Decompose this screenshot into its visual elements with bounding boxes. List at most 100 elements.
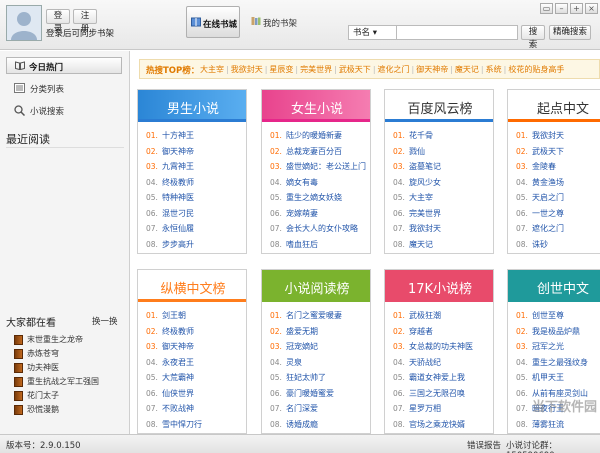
list-item[interactable]: 重生抗战之军工强国 xyxy=(14,376,99,390)
restore-window-button[interactable]: ▭ xyxy=(540,3,553,14)
minimize-button[interactable]: – xyxy=(555,3,568,14)
close-button[interactable]: × xyxy=(585,3,598,14)
hot-search-link[interactable]: 校花的贴身高手 xyxy=(508,65,564,74)
list-item[interactable]: 03. 九霄神王 xyxy=(146,159,246,175)
list-item[interactable]: 末世重生之龙帝 xyxy=(14,334,99,348)
list-item[interactable]: 06. 完美世界 xyxy=(393,206,493,222)
list-item[interactable]: 02. 武极天下 xyxy=(516,144,600,160)
list-item[interactable]: 08. 薄雾狂流 xyxy=(516,417,600,433)
list-item[interactable]: 05. 天启之门 xyxy=(516,190,600,206)
login-button[interactable]: 登录 xyxy=(46,9,70,34)
hot-search-link[interactable]: 武极天下 xyxy=(339,65,371,74)
list-item[interactable]: 01. 剑王朝 xyxy=(146,308,246,324)
list-item[interactable]: 03. 御天神帝 xyxy=(146,339,246,355)
avatar[interactable] xyxy=(6,5,42,41)
list-item[interactable]: 02. 穿越者 xyxy=(393,324,493,340)
list-item[interactable]: 01. 创世至尊 xyxy=(516,308,600,324)
ranking-card-header[interactable]: 起点中文 xyxy=(508,90,600,122)
list-item[interactable]: 02. 御天神帝 xyxy=(146,144,246,160)
list-item[interactable]: 03. 盛世嫡妃：老公送上门 xyxy=(270,159,370,175)
list-item[interactable]: 07. 我欲封天 xyxy=(393,221,493,237)
list-item[interactable]: 05. 大荒霸神 xyxy=(146,370,246,386)
list-item[interactable]: 04. 黄金渔场 xyxy=(516,175,600,191)
list-item[interactable]: 04. 永夜君王 xyxy=(146,355,246,371)
hot-search-link[interactable]: 完美世界 xyxy=(300,65,332,74)
search-input[interactable] xyxy=(396,25,518,40)
hot-search-link[interactable]: 我欲封天 xyxy=(231,65,263,74)
list-item[interactable]: 05. 重生之嫡女妖娆 xyxy=(270,190,370,206)
hot-search-link[interactable]: 御天神帝 xyxy=(416,65,448,74)
list-item[interactable]: 04. 天骄战纪 xyxy=(393,355,493,371)
error-report-link[interactable]: 错误报告 xyxy=(467,439,501,451)
list-item[interactable]: 04. 终极教师 xyxy=(146,175,246,191)
list-item[interactable]: 08. 官场之乘龙快婿 xyxy=(393,417,493,433)
list-item[interactable]: 08. 诛砂 xyxy=(516,237,600,253)
tab-my-bookshelf[interactable]: 我的书架 xyxy=(247,6,301,38)
list-item[interactable]: 01. 武极狂潮 xyxy=(393,308,493,324)
hot-search-link[interactable]: 遮化之门 xyxy=(378,65,410,74)
list-item[interactable]: 05. 机甲天王 xyxy=(516,370,600,386)
list-item[interactable]: 02. 终极教师 xyxy=(146,324,246,340)
list-item[interactable]: 08. 魔天记 xyxy=(393,237,493,253)
list-item[interactable]: 07. 遮化之门 xyxy=(516,221,600,237)
hot-search-link[interactable]: 星辰变 xyxy=(269,65,293,74)
list-item[interactable]: 04. 重生之最强纹身 xyxy=(516,355,600,371)
list-item[interactable]: 赤炼苍穹 xyxy=(14,348,99,362)
list-item[interactable]: 06. 豪门暖婚蜜爱 xyxy=(270,386,370,402)
list-item[interactable]: 08. 诱婚成瘾 xyxy=(270,417,370,433)
list-item[interactable]: 恐慌漫鹅 xyxy=(14,404,99,418)
maximize-button[interactable]: + xyxy=(570,3,583,14)
ranking-card-header[interactable]: 小说阅读榜 xyxy=(262,270,370,302)
tab-online-store[interactable]: 在线书城 xyxy=(186,6,240,38)
list-item[interactable]: 08. 雪中悍刀行 xyxy=(146,417,246,433)
list-item[interactable]: 05. 大主宰 xyxy=(393,190,493,206)
list-item[interactable]: 08. 嗜血狂后 xyxy=(270,237,370,253)
ranking-card-header[interactable]: 男生小说 xyxy=(138,90,246,122)
ranking-card-header[interactable]: 百度风云榜 xyxy=(385,90,493,122)
list-item[interactable]: 05. 狂妃太帅了 xyxy=(270,370,370,386)
ranking-card-header[interactable]: 创世中文 xyxy=(508,270,600,302)
list-item[interactable]: 02. 戮仙 xyxy=(393,144,493,160)
list-item[interactable]: 01. 十方神王 xyxy=(146,128,246,144)
list-item[interactable]: 07. 名门深爱 xyxy=(270,401,370,417)
list-item[interactable]: 03. 金陵春 xyxy=(516,159,600,175)
list-item[interactable]: 05. 霸道女神爱上我 xyxy=(393,370,493,386)
list-item[interactable]: 01. 陆少的暖婚新妻 xyxy=(270,128,370,144)
search-type-select[interactable]: 书名 ▾ xyxy=(348,25,396,40)
hot-search-link[interactable]: 系统 xyxy=(486,65,502,74)
ranking-card-header[interactable]: 纵横中文榜 xyxy=(138,270,246,302)
list-item[interactable]: 04. 灵泉 xyxy=(270,355,370,371)
list-item[interactable]: 04. 旋风少女 xyxy=(393,175,493,191)
list-item[interactable]: 02. 盛爱无期 xyxy=(270,324,370,340)
list-item[interactable]: 06. 混世刁民 xyxy=(146,206,246,222)
list-item[interactable]: 04. 嫡女有毒 xyxy=(270,175,370,191)
register-button[interactable]: 注册 xyxy=(73,9,97,34)
list-item[interactable]: 03. 冠军之光 xyxy=(516,339,600,355)
refresh-list-link[interactable]: 换一换 xyxy=(92,315,118,327)
list-item[interactable]: 03. 女总裁的功夫神医 xyxy=(393,339,493,355)
list-item[interactable]: 01. 我欲封天 xyxy=(516,128,600,144)
list-item[interactable]: 功夫神医 xyxy=(14,362,99,376)
list-item[interactable]: 06. 宠嫁萌妻 xyxy=(270,206,370,222)
list-item[interactable]: 花门太子 xyxy=(14,390,99,404)
search-button[interactable]: 搜索 xyxy=(521,25,545,50)
list-item[interactable]: 03. 冠宠嫡妃 xyxy=(270,339,370,355)
list-item[interactable]: 02. 我是极品炉鼎 xyxy=(516,324,600,340)
list-item[interactable]: 01. 花千骨 xyxy=(393,128,493,144)
list-item[interactable]: 01. 名门之蜜爱暖妻 xyxy=(270,308,370,324)
list-item[interactable]: 02. 总裁宠妻百分百 xyxy=(270,144,370,160)
hot-search-link[interactable]: 魔天记 xyxy=(455,65,479,74)
ranking-card-header[interactable]: 女生小说 xyxy=(262,90,370,122)
sidebar-item-today-hot[interactable]: 今日热门 xyxy=(6,57,122,74)
list-item[interactable]: 07. 永恒仙履 xyxy=(146,221,246,237)
hot-search-link[interactable]: 大主宰 xyxy=(200,65,224,74)
list-item[interactable]: 05. 特种神医 xyxy=(146,190,246,206)
list-item[interactable]: 08. 步步高升 xyxy=(146,237,246,253)
list-item[interactable]: 06. 仙侠世界 xyxy=(146,386,246,402)
list-item[interactable]: 07. 星罗万相 xyxy=(393,401,493,417)
list-item[interactable]: 03. 盗墓笔记 xyxy=(393,159,493,175)
list-item[interactable]: 07. 不败战神 xyxy=(146,401,246,417)
list-item[interactable]: 07. 会长大人的女仆攻略 xyxy=(270,221,370,237)
list-item[interactable]: 06. 三国之无限召唤 xyxy=(393,386,493,402)
ranking-card-header[interactable]: 17K小说榜 xyxy=(385,270,493,302)
